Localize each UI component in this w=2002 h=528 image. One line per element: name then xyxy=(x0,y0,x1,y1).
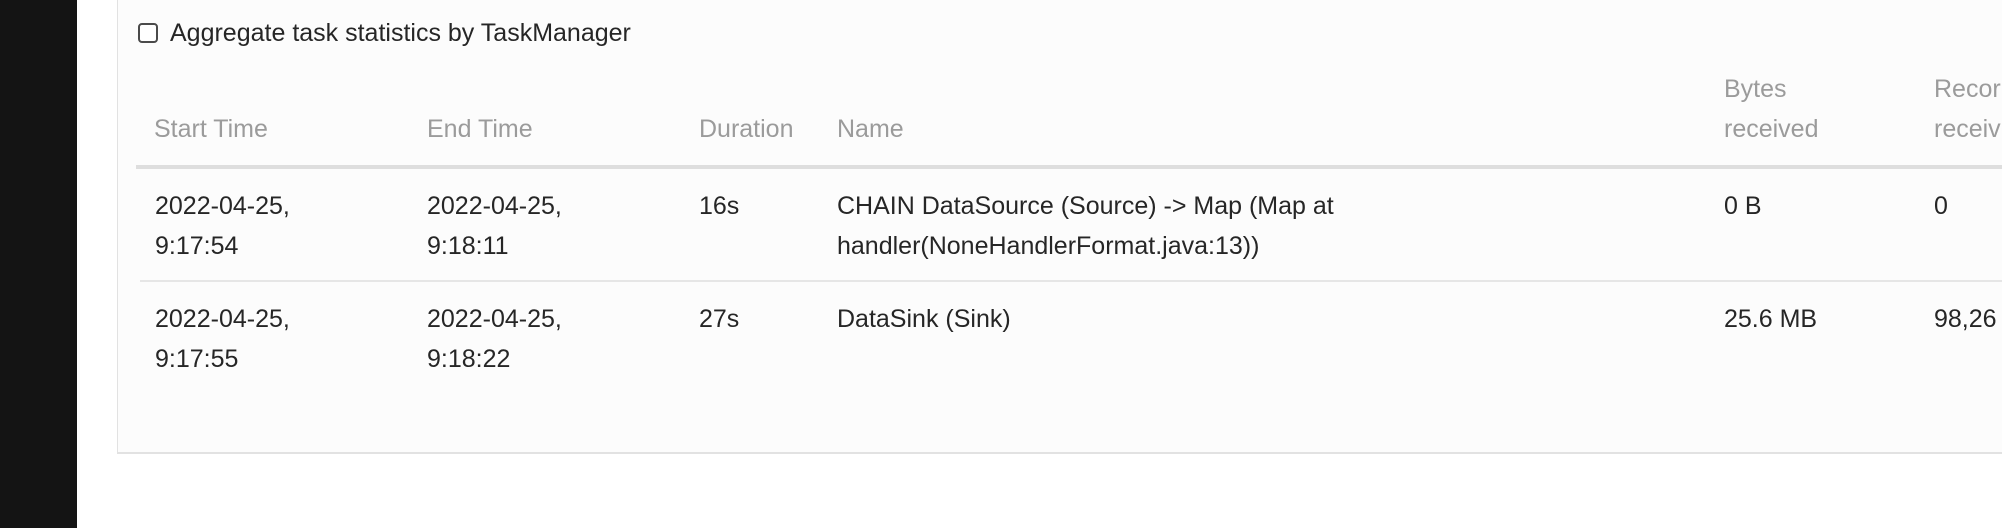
cell-name-line2: handler(NoneHandlerFormat.java:13)) xyxy=(837,232,1260,260)
col-header-bytes-received-line2[interactable]: received xyxy=(1724,109,1819,149)
aggregate-checkbox[interactable] xyxy=(138,23,158,43)
aggregate-label: Aggregate task statistics by TaskManager xyxy=(170,18,631,47)
cell-name-line1: DataSink (Sink) xyxy=(837,305,1011,333)
cell-duration: 16s xyxy=(699,192,740,220)
cell-end-clock: 9:18:22 xyxy=(427,345,511,373)
left-sidebar-edge xyxy=(0,0,77,528)
cell-end-date: 2022-04-25, xyxy=(427,305,562,333)
cell-records-received: 98,26 xyxy=(1934,305,1997,333)
cell-start-clock: 9:17:54 xyxy=(155,232,239,260)
aggregate-toggle[interactable]: Aggregate task statistics by TaskManager xyxy=(138,18,631,48)
cell-records-received: 0 xyxy=(1934,192,1948,220)
cell-end-date: 2022-04-25, xyxy=(427,192,562,220)
cell-end-clock: 9:18:11 xyxy=(427,232,509,260)
cell-start-date: 2022-04-25, xyxy=(155,192,290,220)
col-header-bytes-received-line1[interactable]: Bytes xyxy=(1724,69,1787,109)
col-header-records-received-line1[interactable]: Recor xyxy=(1934,69,2001,109)
cell-start-date: 2022-04-25, xyxy=(155,305,290,333)
cell-duration: 27s xyxy=(699,305,740,333)
col-header-records-received-line2[interactable]: receiv xyxy=(1934,109,2001,149)
cell-name-line1: CHAIN DataSource (Source) -> Map (Map at xyxy=(837,192,1334,220)
cell-bytes-received: 25.6 MB xyxy=(1724,305,1818,333)
col-header-start-time[interactable]: Start Time xyxy=(154,109,268,149)
header-divider xyxy=(136,165,2002,169)
cell-bytes-received: 0 B xyxy=(1724,192,1762,220)
cell-start-clock: 9:17:55 xyxy=(155,345,239,373)
col-header-duration[interactable]: Duration xyxy=(699,109,794,149)
row-divider xyxy=(140,280,2002,282)
col-header-end-time[interactable]: End Time xyxy=(427,109,533,149)
col-header-name[interactable]: Name xyxy=(837,109,904,149)
